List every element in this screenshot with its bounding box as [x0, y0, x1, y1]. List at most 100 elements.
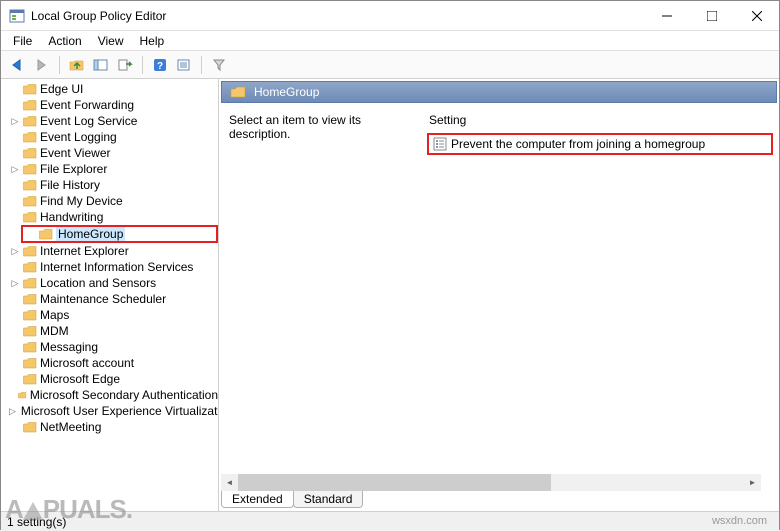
folder-header: HomeGroup: [221, 81, 777, 103]
setting-label: Prevent the computer from joining a home…: [451, 137, 705, 151]
folder-header-title: HomeGroup: [254, 85, 319, 99]
minimize-icon: [662, 11, 672, 21]
tree-item-label: Microsoft Secondary Authentication: [30, 388, 218, 402]
close-button[interactable]: [734, 1, 779, 31]
help-icon: ?: [153, 58, 167, 72]
tree-item-event-viewer[interactable]: Event Viewer: [1, 145, 218, 161]
content-area: Select an item to view its description. …: [219, 105, 779, 511]
tree-item-label: File Explorer: [40, 162, 107, 176]
up-folder-icon: [69, 58, 85, 72]
tree-item-file-explorer[interactable]: ▷ File Explorer: [1, 161, 218, 177]
expander-icon[interactable]: ▷: [9, 406, 16, 417]
setting-item[interactable]: Prevent the computer from joining a home…: [427, 133, 773, 155]
tree-item-messaging[interactable]: Messaging: [1, 339, 218, 355]
tree-item-label: Internet Information Services: [40, 260, 193, 274]
description-prompt: Select an item to view its description.: [229, 113, 361, 141]
window-title: Local Group Policy Editor: [31, 9, 644, 23]
tree-item-handwriting[interactable]: Handwriting: [1, 209, 218, 225]
details-panel: HomeGroup Select an item to view its des…: [219, 79, 779, 511]
tree-item-maintenance-scheduler[interactable]: Maintenance Scheduler: [1, 291, 218, 307]
up-button[interactable]: [66, 54, 88, 76]
expander-icon[interactable]: ▷: [9, 278, 21, 289]
tree-item-label: Microsoft Edge: [40, 372, 120, 386]
show-hide-tree-button[interactable]: [90, 54, 112, 76]
export-icon: [117, 58, 133, 72]
tree-item-internet-information-services[interactable]: Internet Information Services: [1, 259, 218, 275]
tree-item-label: Internet Explorer: [40, 244, 129, 258]
show-hide-tree-icon: [93, 58, 109, 72]
tree-item-microsoft-edge[interactable]: Microsoft Edge: [1, 371, 218, 387]
tree-panel[interactable]: Edge UI Event Forwarding ▷ Event Log Servic…: [1, 79, 219, 511]
horizontal-scrollbar[interactable]: ◄ ►: [221, 474, 761, 491]
tab-standard[interactable]: Standard: [293, 491, 364, 508]
tree-item-internet-explorer[interactable]: ▷ Internet Explorer: [1, 243, 218, 259]
back-button[interactable]: [7, 54, 29, 76]
menu-action[interactable]: Action: [40, 32, 89, 50]
tree-item-label: Event Viewer: [40, 146, 110, 160]
toolbar-separator: [59, 56, 60, 74]
tree-item-event-logging[interactable]: Event Logging: [1, 129, 218, 145]
scroll-thumb[interactable]: [238, 474, 551, 491]
forward-button[interactable]: [31, 54, 53, 76]
column-header-setting[interactable]: Setting: [425, 111, 775, 129]
setting-icon: [433, 137, 447, 151]
toolbar-separator: [201, 56, 202, 74]
tree-item-event-forwarding[interactable]: Event Forwarding: [1, 97, 218, 113]
tree-item-microsoft-user-experience-virtualization[interactable]: ▷ Microsoft User Experience Virtualizatio…: [1, 403, 218, 419]
watermark-logo: APUALS.: [1, 494, 132, 525]
tree-item-label: Event Log Service: [40, 114, 137, 128]
tree-item-label: Handwriting: [40, 210, 103, 224]
minimize-button[interactable]: [644, 1, 689, 31]
app-icon: [9, 8, 25, 24]
help-button[interactable]: ?: [149, 54, 171, 76]
tree-item-edge-ui[interactable]: Edge UI: [1, 81, 218, 97]
tree-item-file-history[interactable]: File History: [1, 177, 218, 193]
filter-icon: [212, 58, 226, 72]
main-area: Edge UI Event Forwarding ▷ Event Log Servic…: [1, 79, 779, 511]
forward-arrow-icon: [34, 58, 50, 72]
back-arrow-icon: [10, 58, 26, 72]
watermark-site: wsxdn.com: [712, 515, 767, 527]
tab-extended[interactable]: Extended: [221, 491, 294, 508]
tree-item-label: MDM: [40, 324, 69, 338]
menu-help[interactable]: Help: [132, 32, 173, 50]
menu-file[interactable]: File: [5, 32, 40, 50]
expander-icon[interactable]: ▷: [9, 116, 21, 127]
tree-item-find-my-device[interactable]: Find My Device: [1, 193, 218, 209]
tree-item-mdm[interactable]: MDM: [1, 323, 218, 339]
maximize-button[interactable]: [689, 1, 734, 31]
tree-item-label: File History: [40, 178, 100, 192]
settings-list: Setting Prevent the computer from joinin…: [425, 111, 775, 511]
tree-item-label: Microsoft account: [40, 356, 134, 370]
tree-item-maps[interactable]: Maps: [1, 307, 218, 323]
tree-item-label: Messaging: [40, 340, 98, 354]
description-column: Select an item to view its description.: [223, 111, 425, 511]
tree-item-event-log-service[interactable]: ▷ Event Log Service: [1, 113, 218, 129]
properties-button[interactable]: [173, 54, 195, 76]
toolbar: ?: [1, 51, 779, 79]
tree-item-microsoft-secondary-authentication[interactable]: Microsoft Secondary Authentication: [1, 387, 218, 403]
titlebar: Local Group Policy Editor: [1, 1, 779, 31]
expander-icon[interactable]: ▷: [9, 164, 21, 175]
tree-item-netmeeting[interactable]: NetMeeting: [1, 419, 218, 435]
tree-item-label: Microsoft User Experience Virtualization: [21, 404, 219, 418]
tree-item-label: NetMeeting: [40, 420, 101, 434]
export-button[interactable]: [114, 54, 136, 76]
tree-item-label: Event Forwarding: [40, 98, 134, 112]
tree-item-location-and-sensors[interactable]: ▷Location and Sensors: [1, 275, 218, 291]
maximize-icon: [707, 11, 717, 21]
filter-button[interactable]: [208, 54, 230, 76]
tree-item-microsoft-account[interactable]: Microsoft account: [1, 355, 218, 371]
tree-item-label: Edge UI: [40, 82, 83, 96]
tree-item-homegroup[interactable]: HomeGroup: [21, 225, 218, 243]
scroll-left-button[interactable]: ◄: [221, 474, 238, 491]
scroll-right-button[interactable]: ►: [744, 474, 761, 491]
properties-icon: [176, 58, 192, 72]
tree-item-label: Event Logging: [40, 130, 117, 144]
tree-item-label: Find My Device: [40, 194, 123, 208]
tree-item-label: HomeGroup: [56, 227, 125, 241]
menu-view[interactable]: View: [90, 32, 132, 50]
expander-icon[interactable]: ▷: [9, 246, 21, 257]
toolbar-separator: [142, 56, 143, 74]
tree-item-label: Maps: [40, 308, 69, 322]
